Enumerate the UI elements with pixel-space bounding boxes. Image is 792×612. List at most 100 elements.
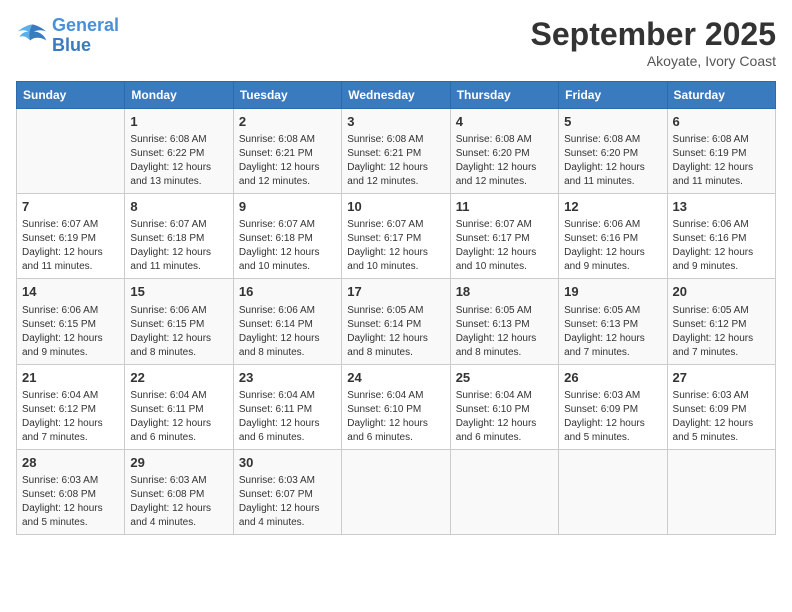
column-header-friday: Friday <box>559 82 667 109</box>
day-cell: 30 Sunrise: 6:03 AM Sunset: 6:07 PM Dayli… <box>233 449 341 534</box>
day-info: Sunrise: 6:07 AM Sunset: 6:17 PM Dayligh… <box>456 218 553 274</box>
day-number: 14 <box>22 283 119 301</box>
day-number: 29 <box>130 454 227 472</box>
day-number: 23 <box>239 369 336 387</box>
day-info: Sunrise: 6:07 AM Sunset: 6:17 PM Dayligh… <box>347 218 444 274</box>
day-cell: 1 Sunrise: 6:08 AM Sunset: 6:22 PM Daylig… <box>125 109 233 194</box>
column-header-thursday: Thursday <box>450 82 558 109</box>
day-number: 8 <box>130 198 227 216</box>
day-info: Sunrise: 6:08 AM Sunset: 6:21 PM Dayligh… <box>239 133 336 189</box>
day-info: Sunrise: 6:04 AM Sunset: 6:12 PM Dayligh… <box>22 389 119 445</box>
day-cell: 2Sunrise: 6:08 AM Sunset: 6:21 PM Daylig… <box>233 109 341 194</box>
day-cell <box>17 109 125 194</box>
column-header-tuesday: Tuesday <box>233 82 341 109</box>
week-row-5: 28Sunrise: 6:03 AM Sunset: 6:08 PM Dayli… <box>17 449 776 534</box>
day-info: Sunrise: 6:03 AM Sunset: 6:08 PM Dayligh… <box>22 474 119 530</box>
day-info: Sunrise: 6:07 AM Sunset: 6:19 PM Dayligh… <box>22 218 119 274</box>
day-info: Sunrise: 6:05 AM Sunset: 6:14 PM Dayligh… <box>347 304 444 360</box>
day-cell: 7 Sunrise: 6:07 AM Sunset: 6:19 PM Daylig… <box>17 194 125 279</box>
day-info: Sunrise: 6:04 AM Sunset: 6:11 PM Dayligh… <box>130 389 227 445</box>
column-header-sunday: Sunday <box>17 82 125 109</box>
day-cell <box>342 449 450 534</box>
day-number: 20 <box>673 283 770 301</box>
week-row-1: 1 Sunrise: 6:08 AM Sunset: 6:22 PM Daylig… <box>17 109 776 194</box>
week-row-4: 21Sunrise: 6:04 AM Sunset: 6:12 PM Dayli… <box>17 364 776 449</box>
day-number: 17 <box>347 283 444 301</box>
day-cell: 19Sunrise: 6:05 AM Sunset: 6:13 PM Dayli… <box>559 279 667 364</box>
day-info: Sunrise: 6:06 AM Sunset: 6:14 PM Dayligh… <box>239 304 336 360</box>
day-number: 30 <box>239 454 336 472</box>
day-cell: 27 Sunrise: 6:03 AM Sunset: 6:09 PM Dayli… <box>667 364 775 449</box>
day-number: 3 <box>347 113 444 131</box>
day-cell: 8 Sunrise: 6:07 AM Sunset: 6:18 PM Daylig… <box>125 194 233 279</box>
week-row-3: 14 Sunrise: 6:06 AM Sunset: 6:15 PM Dayli… <box>17 279 776 364</box>
day-info: Sunrise: 6:08 AM Sunset: 6:20 PM Dayligh… <box>564 133 661 189</box>
day-number: 24 <box>347 369 444 387</box>
day-number: 7 <box>22 198 119 216</box>
day-info: Sunrise: 6:03 AM Sunset: 6:09 PM Dayligh… <box>673 389 770 445</box>
day-cell: 20 Sunrise: 6:05 AM Sunset: 6:12 PM Dayli… <box>667 279 775 364</box>
calendar-table: SundayMondayTuesdayWednesdayThursdayFrid… <box>16 81 776 535</box>
day-number: 13 <box>673 198 770 216</box>
day-info: Sunrise: 6:05 AM Sunset: 6:12 PM Dayligh… <box>673 304 770 360</box>
day-number: 18 <box>456 283 553 301</box>
day-cell: 3Sunrise: 6:08 AM Sunset: 6:21 PM Daylig… <box>342 109 450 194</box>
day-number: 12 <box>564 198 661 216</box>
day-info: Sunrise: 6:07 AM Sunset: 6:18 PM Dayligh… <box>130 218 227 274</box>
column-header-wednesday: Wednesday <box>342 82 450 109</box>
day-cell: 18Sunrise: 6:05 AM Sunset: 6:13 PM Dayli… <box>450 279 558 364</box>
day-number: 19 <box>564 283 661 301</box>
column-header-saturday: Saturday <box>667 82 775 109</box>
day-info: Sunrise: 6:08 AM Sunset: 6:19 PM Dayligh… <box>673 133 770 189</box>
day-number: 26 <box>564 369 661 387</box>
day-number: 22 <box>130 369 227 387</box>
day-cell <box>559 449 667 534</box>
day-info: Sunrise: 6:07 AM Sunset: 6:18 PM Dayligh… <box>239 218 336 274</box>
day-number: 5 <box>564 113 661 131</box>
day-info: Sunrise: 6:04 AM Sunset: 6:10 PM Dayligh… <box>347 389 444 445</box>
month-title: September 2025 <box>531 16 776 53</box>
day-number: 11 <box>456 198 553 216</box>
title-block: September 2025 Akoyate, Ivory Coast <box>531 16 776 69</box>
day-info: Sunrise: 6:03 AM Sunset: 6:08 PM Dayligh… <box>130 474 227 530</box>
day-number: 25 <box>456 369 553 387</box>
day-info: Sunrise: 6:06 AM Sunset: 6:16 PM Dayligh… <box>673 218 770 274</box>
day-cell: 9 Sunrise: 6:07 AM Sunset: 6:18 PM Daylig… <box>233 194 341 279</box>
day-cell: 23 Sunrise: 6:04 AM Sunset: 6:11 PM Dayli… <box>233 364 341 449</box>
day-cell: 15Sunrise: 6:06 AM Sunset: 6:15 PM Dayli… <box>125 279 233 364</box>
day-number: 15 <box>130 283 227 301</box>
day-number: 9 <box>239 198 336 216</box>
logo: General Blue <box>16 16 119 56</box>
location-subtitle: Akoyate, Ivory Coast <box>531 53 776 69</box>
day-info: Sunrise: 6:03 AM Sunset: 6:07 PM Dayligh… <box>239 474 336 530</box>
day-info: Sunrise: 6:03 AM Sunset: 6:09 PM Dayligh… <box>564 389 661 445</box>
logo-text: General Blue <box>52 16 119 56</box>
day-cell: 10 Sunrise: 6:07 AM Sunset: 6:17 PM Dayli… <box>342 194 450 279</box>
day-number: 1 <box>130 113 227 131</box>
day-cell: 4 Sunrise: 6:08 AM Sunset: 6:20 PM Daylig… <box>450 109 558 194</box>
day-number: 16 <box>239 283 336 301</box>
day-info: Sunrise: 6:04 AM Sunset: 6:11 PM Dayligh… <box>239 389 336 445</box>
day-cell: 13 Sunrise: 6:06 AM Sunset: 6:16 PM Dayli… <box>667 194 775 279</box>
day-cell: 11 Sunrise: 6:07 AM Sunset: 6:17 PM Dayli… <box>450 194 558 279</box>
day-number: 27 <box>673 369 770 387</box>
day-cell: 29 Sunrise: 6:03 AM Sunset: 6:08 PM Dayli… <box>125 449 233 534</box>
day-cell: 24 Sunrise: 6:04 AM Sunset: 6:10 PM Dayli… <box>342 364 450 449</box>
day-cell: 26 Sunrise: 6:03 AM Sunset: 6:09 PM Dayli… <box>559 364 667 449</box>
day-info: Sunrise: 6:06 AM Sunset: 6:15 PM Dayligh… <box>22 304 119 360</box>
day-number: 6 <box>673 113 770 131</box>
day-number: 10 <box>347 198 444 216</box>
day-cell <box>450 449 558 534</box>
day-cell: 28Sunrise: 6:03 AM Sunset: 6:08 PM Dayli… <box>17 449 125 534</box>
day-number: 4 <box>456 113 553 131</box>
day-cell: 14 Sunrise: 6:06 AM Sunset: 6:15 PM Dayli… <box>17 279 125 364</box>
day-info: Sunrise: 6:04 AM Sunset: 6:10 PM Dayligh… <box>456 389 553 445</box>
logo-icon <box>16 22 48 50</box>
week-row-2: 7 Sunrise: 6:07 AM Sunset: 6:19 PM Daylig… <box>17 194 776 279</box>
day-info: Sunrise: 6:06 AM Sunset: 6:16 PM Dayligh… <box>564 218 661 274</box>
day-cell: 17 Sunrise: 6:05 AM Sunset: 6:14 PM Dayli… <box>342 279 450 364</box>
day-info: Sunrise: 6:08 AM Sunset: 6:20 PM Dayligh… <box>456 133 553 189</box>
day-info: Sunrise: 6:08 AM Sunset: 6:22 PM Dayligh… <box>130 133 227 189</box>
day-cell: 21Sunrise: 6:04 AM Sunset: 6:12 PM Dayli… <box>17 364 125 449</box>
day-cell: 16 Sunrise: 6:06 AM Sunset: 6:14 PM Dayli… <box>233 279 341 364</box>
